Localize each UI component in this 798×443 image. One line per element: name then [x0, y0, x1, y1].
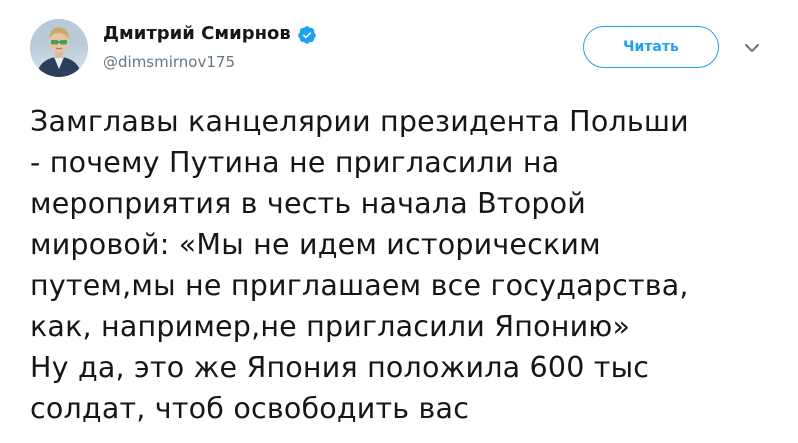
tweet-text-line: мероприятия в честь начала Второй: [30, 187, 587, 220]
avatar[interactable]: [30, 19, 88, 77]
avatar-image: [30, 19, 88, 77]
follow-button[interactable]: Читать: [583, 26, 719, 68]
tweet-text-line: - почему Путина не пригласили на: [30, 146, 560, 179]
tweet-card: Дмитрий Смирнов @dimsmirnov175 Читать За…: [0, 0, 798, 443]
tweet-text-line: мировой: «Мы не идем историческим: [30, 228, 601, 261]
tweet-text: Замглавы канцелярии президента Польши - …: [30, 101, 780, 429]
tweet-text-line: путем,мы не приглашаем все государства,: [30, 269, 689, 302]
tweet-text-line: как, например,не пригласили Японию»: [30, 310, 631, 343]
author-handle[interactable]: @dimsmirnov175: [103, 53, 235, 71]
author-name-row: Дмитрий Смирнов: [103, 23, 317, 45]
tweet-text-line: Ну да, это же Япония положила 600 тыс: [30, 351, 650, 384]
chevron-down-icon[interactable]: [744, 40, 760, 54]
tweet-text-line: солдат, чтоб освободить вас: [30, 392, 470, 425]
author-display-name[interactable]: Дмитрий Смирнов: [103, 23, 291, 45]
verified-badge-icon: [297, 25, 317, 45]
tweet-text-line: Замглавы канцелярии президента Польши: [30, 105, 689, 138]
